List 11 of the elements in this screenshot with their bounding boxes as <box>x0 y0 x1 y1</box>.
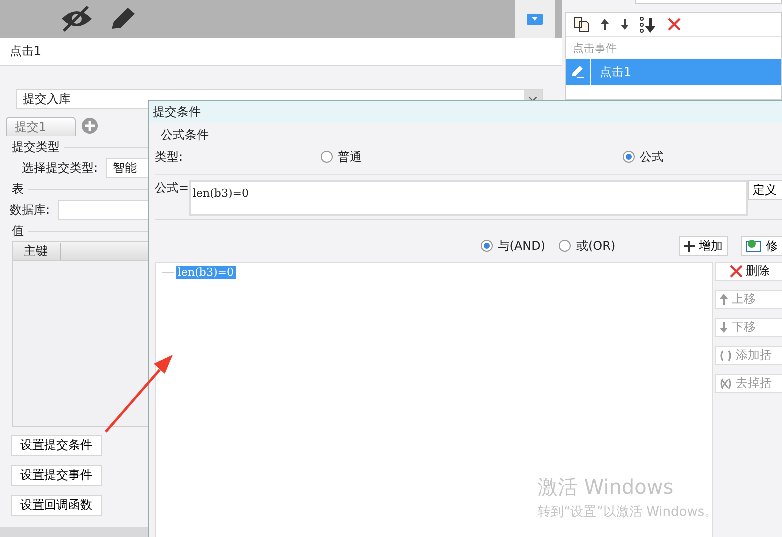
list-header: 点击事件 <box>573 40 617 56</box>
activation-title: 激活 Windows <box>538 474 675 501</box>
event-title: 点击1 <box>10 43 42 60</box>
group-label: 公式条件 <box>161 127 209 144</box>
group-label: 表 <box>12 180 25 198</box>
field-label: 数据库: <box>10 202 50 218</box>
group-label: 提交类型 <box>12 138 61 156</box>
activation-subtitle: 转到“设置”以激活 Windows。 <box>538 504 718 521</box>
field-label: 选择提交类型: <box>22 160 98 176</box>
group-label: 值 <box>12 222 25 240</box>
field-label: 公式= <box>155 180 189 197</box>
